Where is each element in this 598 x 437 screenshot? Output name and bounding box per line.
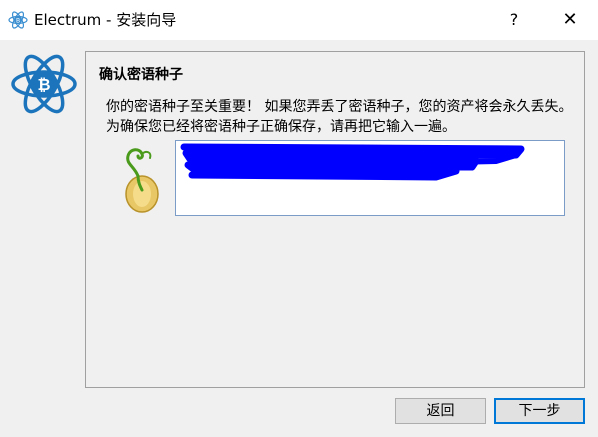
page-title: 确认密语种子 [99, 67, 183, 83]
seed-input[interactable] [175, 140, 565, 216]
title-bar: B Electrum - 安装向导 ? ✕ [0, 0, 598, 40]
window-title: Electrum - 安装向导 [34, 11, 177, 29]
electrum-logo-icon: ₿ [11, 54, 77, 114]
svg-text:B: B [16, 18, 20, 25]
seed-sprout-icon [125, 148, 159, 213]
svg-text:₿: ₿ [37, 75, 50, 94]
close-button[interactable]: ✕ [556, 6, 584, 34]
back-button[interactable]: 返回 [395, 398, 486, 424]
redaction-scribble [180, 143, 525, 181]
seed-warning-message: 你的密语种子至关重要！ 如果您弄丢了密语种子，您的资产将会永久丢失。 为确保您已… [106, 99, 573, 135]
wizard-panel: 确认密语种子 你的密语种子至关重要！ 如果您弄丢了密语种子，您的资产将会永久丢失… [85, 51, 585, 388]
help-button[interactable]: ? [500, 6, 528, 34]
electrum-logo-icon: B [8, 11, 28, 29]
next-button[interactable]: 下一步 [494, 398, 585, 424]
